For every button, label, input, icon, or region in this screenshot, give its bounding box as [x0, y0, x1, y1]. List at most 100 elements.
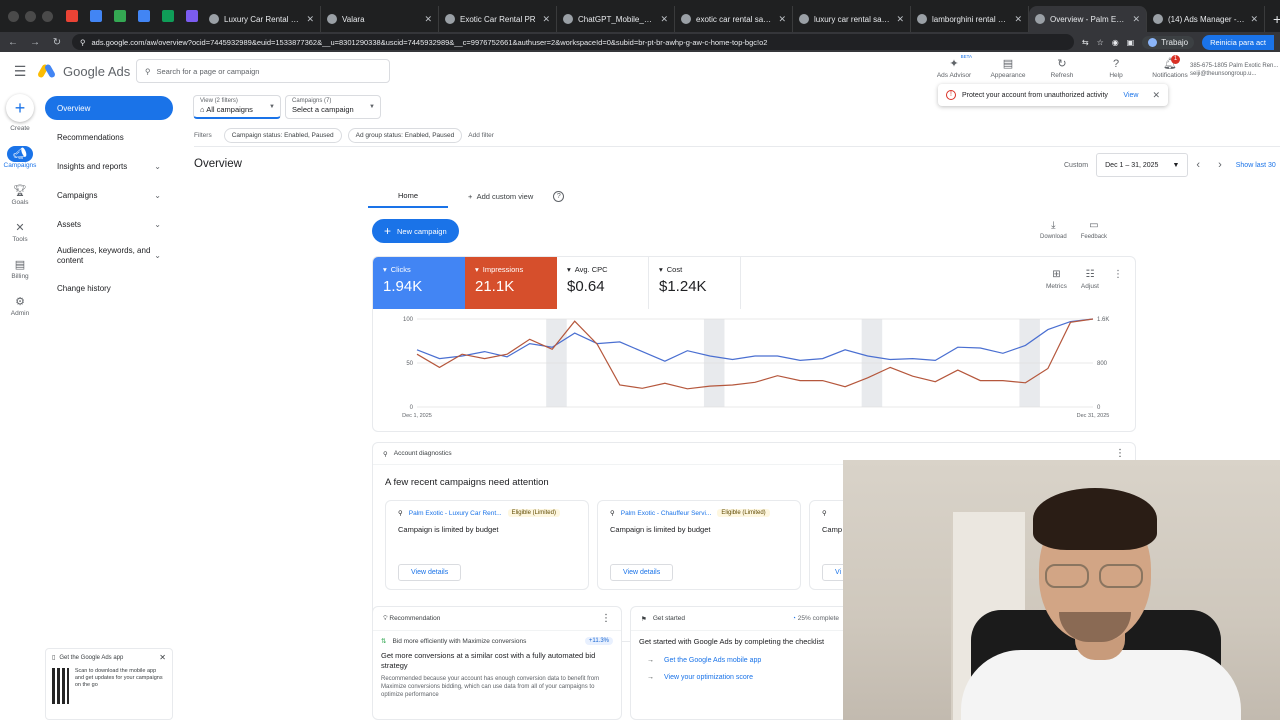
- browser-tab[interactable]: Exotic Car Rental PR ✕: [439, 6, 557, 32]
- tab-close-icon[interactable]: ✕: [306, 14, 314, 25]
- nav-item-assets[interactable]: Assets ⌄: [45, 212, 173, 236]
- adjust-button[interactable]: ☷ Adjust: [1081, 269, 1099, 290]
- bookmark-star-icon[interactable]: ☆: [1097, 38, 1104, 47]
- feedback-button[interactable]: ▭ Feedback: [1081, 220, 1107, 240]
- pinned-tab-docs[interactable]: [133, 5, 155, 27]
- forward-icon[interactable]: →: [28, 37, 42, 48]
- search-input[interactable]: ⚲ Search for a page or campaign: [136, 59, 390, 83]
- rail-item-campaigns[interactable]: 📣︎ Campaigns: [0, 146, 40, 169]
- pinned-tab-gmail[interactable]: [61, 5, 83, 27]
- rail-item-billing[interactable]: ▤ Billing: [0, 257, 40, 280]
- tab-close-icon[interactable]: ✕: [896, 14, 904, 25]
- back-icon[interactable]: ←: [6, 37, 20, 48]
- tab-close-icon[interactable]: ✕: [1132, 14, 1140, 25]
- rail-item-label: Goals: [11, 199, 29, 206]
- browser-tab[interactable]: (14) Ads Manager - Manage... ✕: [1147, 6, 1265, 32]
- y-right-tick-label: 800: [1097, 361, 1108, 367]
- rail-item-admin[interactable]: ⚙ Admin: [0, 294, 40, 317]
- metrics-button[interactable]: ⊞ Metrics: [1046, 269, 1067, 290]
- extension-icon[interactable]: ◉: [1112, 38, 1119, 47]
- nav-item-recommendations[interactable]: Recommendations: [45, 125, 173, 149]
- rail-item-goals[interactable]: 🏆︎ Goals: [0, 183, 40, 206]
- close-icon[interactable]: ✕: [1152, 90, 1160, 101]
- metric-label: Avg. CPC: [574, 265, 608, 274]
- browser-tab[interactable]: lamborghini rental puerto ric... ✕: [911, 6, 1029, 32]
- campaign-name-link[interactable]: Palm Exotic - Luxury Car Rent...: [409, 510, 502, 517]
- menu-icon[interactable]: ☰: [0, 63, 40, 80]
- filter-chip[interactable]: Ad group status: Enabled, Paused: [347, 128, 463, 143]
- filter-chip[interactable]: Campaign status: Enabled, Paused: [223, 128, 342, 143]
- tab-close-icon[interactable]: ✕: [778, 14, 786, 25]
- extensions-puzzle-icon[interactable]: ▣: [1127, 38, 1135, 47]
- url-field[interactable]: ⚲ ads.google.com/aw/overview?ocid=744593…: [72, 34, 1074, 50]
- metric-tile-avg-cpc[interactable]: ▾ Avg. CPC $0.64: [557, 257, 649, 309]
- window-minimize-icon[interactable]: [25, 10, 36, 22]
- tab-close-icon[interactable]: ✕: [1250, 14, 1258, 25]
- pinned-tab-calc[interactable]: [157, 5, 179, 27]
- new-campaign-button[interactable]: + New campaign: [372, 219, 459, 243]
- browser-tab[interactable]: Luxury Car Rental Puerto Ri... ✕: [203, 6, 321, 32]
- tab-close-icon[interactable]: ✕: [542, 14, 550, 25]
- help-circle-icon[interactable]: ?: [553, 191, 565, 202]
- nav-item-insights-and-reports[interactable]: Insights and reports ⌄: [45, 154, 173, 178]
- profile-button[interactable]: Trabajo: [1142, 35, 1195, 49]
- translate-icon[interactable]: ⇆: [1082, 38, 1089, 47]
- metric-tile-clicks[interactable]: ▾ Clicks 1.94K: [373, 257, 465, 309]
- pinned-tab-sheets[interactable]: [85, 5, 107, 27]
- window-zoom-icon[interactable]: [42, 10, 53, 22]
- tab-close-icon[interactable]: ✕: [1014, 14, 1022, 25]
- more-options-icon[interactable]: ⋮: [1115, 448, 1125, 459]
- toolbar-help-button[interactable]: ? Help: [1096, 56, 1136, 79]
- reload-icon[interactable]: ↻: [50, 37, 64, 48]
- campaign-selector[interactable]: Campaigns (7) Select a campaign ▼: [285, 95, 381, 119]
- view-details-button[interactable]: View details: [610, 564, 674, 581]
- new-tab-button[interactable]: +: [1265, 6, 1280, 32]
- checklist-step[interactable]: → Get the Google Ads mobile app: [631, 652, 849, 669]
- browser-tab[interactable]: luxury car rental san juan - G... ✕: [793, 6, 911, 32]
- recommendation-row[interactable]: ⇅ Bid more efficiently with Maximize con…: [373, 631, 621, 651]
- date-range-selector[interactable]: Dec 1 – 31, 2025 ▼: [1096, 153, 1189, 177]
- add-filter-link[interactable]: Add filter: [468, 132, 494, 139]
- site-info-icon[interactable]: ⚲: [80, 38, 86, 47]
- metric-tile-cost[interactable]: ▾ Cost $1.24K: [649, 257, 741, 309]
- campaign-name-link[interactable]: Palm Exotic - Chauffeur Servi...: [621, 510, 712, 517]
- adjust-icon: ☷: [1085, 269, 1095, 280]
- download-button[interactable]: ⤓ Download: [1040, 220, 1067, 240]
- restart-to-update-button[interactable]: Reinicia para act: [1202, 34, 1274, 50]
- pinned-tab-app[interactable]: [181, 5, 203, 27]
- rail-item-tools[interactable]: ✕ Tools: [0, 220, 40, 243]
- prev-period-icon[interactable]: ‹: [1196, 159, 1200, 171]
- google-ads-logo[interactable]: Google Ads: [36, 63, 136, 79]
- nav-item-campaigns[interactable]: Campaigns ⌄: [45, 183, 173, 207]
- nav-item-audiences-keywords-and-content[interactable]: Audiences, keywords, and content ⌄: [45, 241, 173, 271]
- toolbar-refresh-button[interactable]: ↻ Refresh: [1042, 56, 1082, 79]
- metric-tile-impressions[interactable]: ▾ Impressions 21.1K: [465, 257, 557, 309]
- tab-close-icon[interactable]: ✕: [660, 14, 668, 25]
- view-selector[interactable]: View (2 filters) ⌂ All campaigns ▼: [193, 95, 281, 119]
- more-options-icon[interactable]: ⋮: [601, 613, 611, 624]
- toolbar-ads-advisor-button[interactable]: ✦ Ads Advisor BETA: [934, 54, 974, 79]
- close-icon[interactable]: ✕: [159, 653, 166, 662]
- nav-item-change-history[interactable]: Change history: [45, 276, 173, 300]
- tab-home[interactable]: Home: [368, 185, 448, 208]
- next-period-icon[interactable]: ›: [1218, 159, 1222, 171]
- nav-item-overview[interactable]: Overview: [45, 96, 173, 120]
- notice-view-link[interactable]: View: [1123, 92, 1138, 99]
- checklist-step[interactable]: → View your optimization score: [631, 669, 849, 686]
- more-options-icon[interactable]: ⋮: [1113, 269, 1123, 290]
- show-last-link[interactable]: Show last 30: [1236, 162, 1276, 169]
- toolbar-notifications-button[interactable]: 🔔︎ Notifications 1: [1150, 55, 1190, 79]
- account-info[interactable]: 385-675-1805 Palm Exotic Ren... seiji@th…: [1190, 62, 1280, 78]
- browser-tab[interactable]: Overview - Palm Exotic Rent... ✕: [1029, 6, 1147, 32]
- view-details-button[interactable]: View details: [398, 564, 462, 581]
- toolbar-label: Notifications: [1152, 72, 1188, 79]
- pinned-tab-drive[interactable]: [109, 5, 131, 27]
- browser-tab[interactable]: Valara ✕: [321, 6, 439, 32]
- toolbar-appearance-button[interactable]: ▤ Appearance: [988, 56, 1028, 79]
- tab-add-custom-view[interactable]: + Add custom view: [468, 192, 533, 201]
- rail-item-create[interactable]: + Create: [0, 94, 40, 133]
- tab-close-icon[interactable]: ✕: [424, 14, 432, 25]
- window-close-icon[interactable]: [8, 10, 19, 22]
- browser-tab[interactable]: ChatGPT_Mobile_Gerardo.p... ✕: [557, 6, 675, 32]
- browser-tab[interactable]: exotic car rental san juan - G... ✕: [675, 6, 793, 32]
